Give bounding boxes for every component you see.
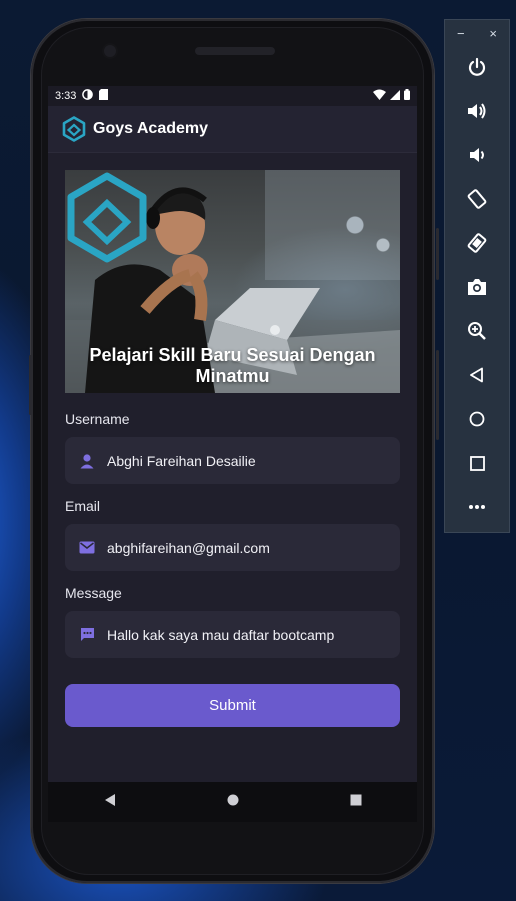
data-saver-icon [82, 89, 94, 103]
close-button[interactable]: × [489, 26, 497, 41]
front-camera [104, 45, 116, 57]
rotate-left-icon[interactable] [445, 184, 509, 214]
signal-icon [390, 89, 400, 103]
status-bar: 3:33 [48, 86, 417, 106]
hexagon-logo-icon [62, 116, 86, 142]
username-field[interactable]: Abghi Fareihan Desailie [65, 437, 400, 484]
back-icon[interactable] [104, 793, 116, 811]
zoom-icon[interactable] [445, 316, 509, 346]
home-icon[interactable] [227, 793, 239, 811]
chat-icon [79, 627, 95, 643]
earpiece-speaker [195, 47, 275, 55]
more-icon[interactable] [445, 492, 509, 522]
email-field[interactable]: abghifareihan@gmail.com [65, 524, 400, 571]
wifi-icon [373, 89, 386, 103]
email-label: Email [65, 498, 101, 514]
hero-banner-image: Pelajari Skill Baru Sesuai Dengan Minatm… [65, 170, 400, 393]
overview-icon[interactable] [445, 448, 509, 478]
status-time: 3:33 [55, 90, 77, 102]
volume-up-icon[interactable] [445, 96, 509, 126]
email-value: abghifareihan@gmail.com [107, 539, 270, 556]
sd-card-icon [99, 89, 109, 103]
person-icon [79, 453, 95, 469]
android-nav-bar [48, 782, 417, 822]
volume-down-icon[interactable] [445, 140, 509, 170]
app-title: Goys Academy [93, 120, 209, 137]
app-bar: Goys Academy [48, 106, 417, 152]
battery-icon [404, 89, 410, 103]
submit-button[interactable]: Submit [65, 684, 400, 727]
message-label: Message [65, 585, 122, 601]
message-field[interactable]: Hallo kak saya mau daftar bootcamp [65, 611, 400, 658]
app-screen: 3:33 Goys Academy Pelajari Skill Baru Se… [48, 86, 417, 782]
phone-volume-button [436, 350, 439, 440]
home-icon[interactable] [445, 404, 509, 434]
mail-icon [79, 540, 95, 556]
emulator-toolbar: − × [444, 19, 510, 533]
camera-icon[interactable] [445, 272, 509, 302]
minimize-button[interactable]: − [457, 26, 465, 41]
recents-icon[interactable] [350, 793, 362, 811]
phone-power-button [436, 228, 439, 280]
rotate-right-icon[interactable] [445, 228, 509, 258]
phone-left-button [29, 355, 32, 415]
power-icon[interactable] [445, 52, 509, 82]
hero-caption: Pelajari Skill Baru Sesuai Dengan Minatm… [89, 345, 376, 386]
message-value: Hallo kak saya mau daftar bootcamp [107, 626, 335, 643]
username-value: Abghi Fareihan Desailie [107, 452, 256, 469]
back-icon[interactable] [445, 360, 509, 390]
username-label: Username [65, 411, 130, 427]
